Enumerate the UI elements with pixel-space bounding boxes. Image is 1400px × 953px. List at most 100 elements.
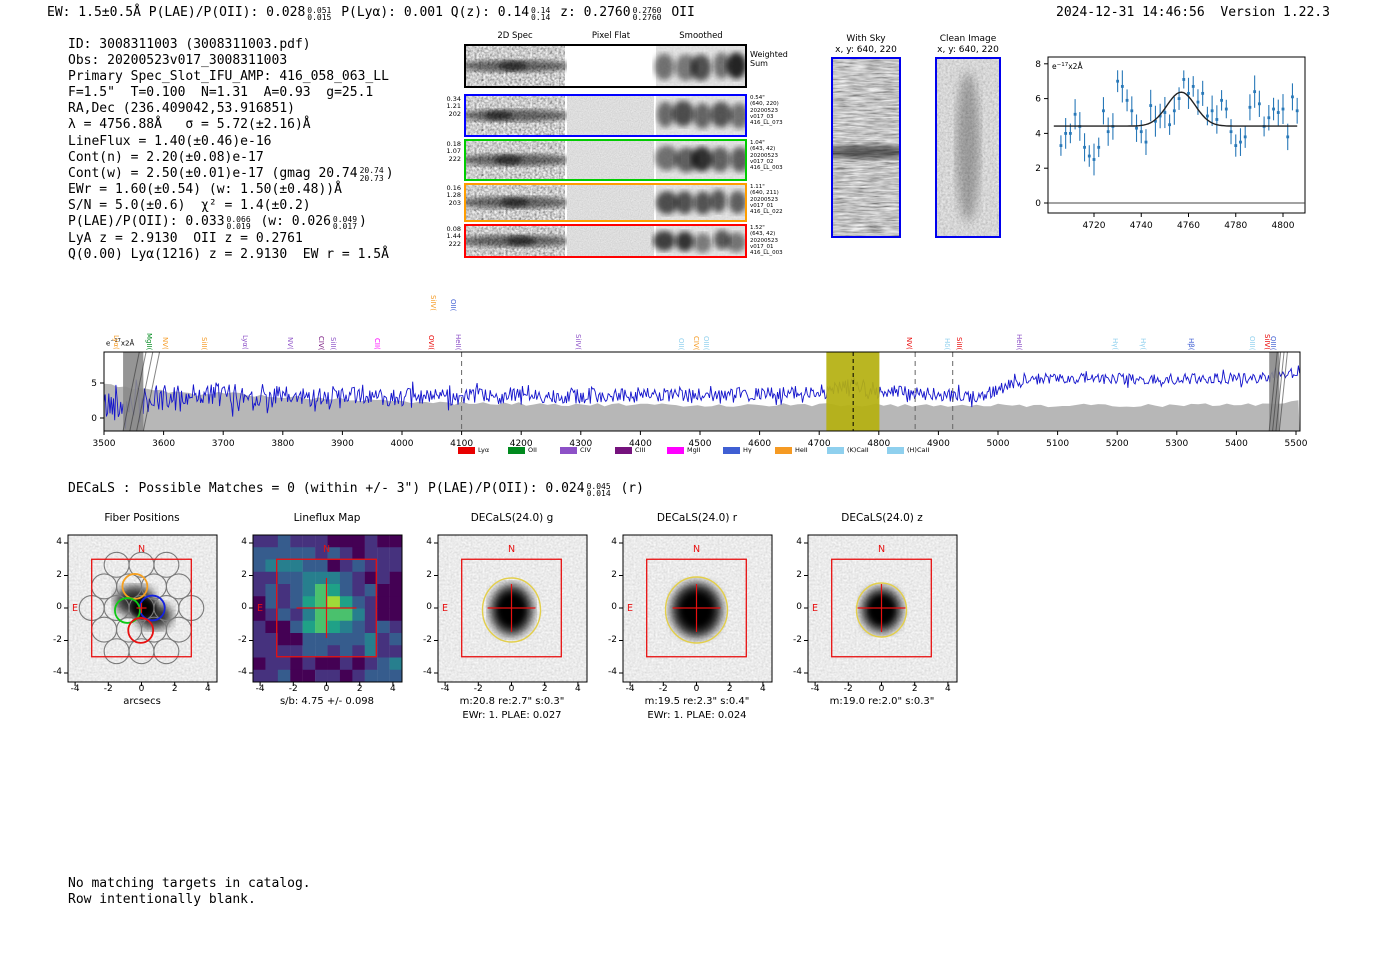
report-timestamp: 2024-12-31 14:46:56 <box>1056 5 1205 20</box>
emission-line-label: OII( <box>676 338 685 351</box>
legend-label: MgII <box>687 446 701 454</box>
cutout-ytick: -4 <box>238 667 247 677</box>
spectrum-xtick: 5300 <box>1165 439 1188 449</box>
cutout-ytick: 2 <box>611 569 617 580</box>
spec2d-row-left-labels: 0.34 1.21 202 <box>435 95 461 118</box>
lower-uncertainty: 0.017 <box>332 222 358 232</box>
withsky-image <box>820 57 912 238</box>
text-segment: Cont(w) = 2.50(±0.01)e-17 (gmag 20.74 <box>68 165 358 181</box>
lower-uncertainty: 0.2760 <box>632 13 662 22</box>
info-line: Q(0.00) Lyα(1216) z = 2.9130 EW r = 1.5Å <box>68 247 394 263</box>
cutout-caption: m:19.0 re:2.0" s:0.3" <box>829 696 935 707</box>
spectrum-xtick: 4900 <box>927 439 950 449</box>
compass-east: E <box>627 603 633 614</box>
cutout-caption: EWr: 1. PLAE: 0.027 <box>462 710 562 721</box>
cutout-xtick: 0 <box>138 684 145 694</box>
cutout-xtick: 0 <box>508 684 515 694</box>
spectrum-xtick: 5200 <box>1106 439 1129 449</box>
spec2d-row <box>459 44 747 88</box>
spectrum-xtick: 3900 <box>331 439 354 449</box>
cutout-ytick: -4 <box>608 667 617 677</box>
legend-item: (H)CaII <box>887 446 929 454</box>
cutout-title-r: DECaLS(24.0) r <box>656 512 738 524</box>
cutout-xlabel: arcsecs <box>123 696 161 707</box>
fit-xtick: 4780 <box>1224 221 1247 231</box>
text-segment: F=1.5" T=0.100 N=1.31 A=0.93 g=25.1 <box>68 85 374 101</box>
legend-label: CIII <box>635 446 646 454</box>
spectrum-xtick: 3700 <box>212 439 235 449</box>
cutout-ytick: -2 <box>423 634 432 645</box>
cutout-xtick: 2 <box>356 684 363 694</box>
cutout-xtick: 4 <box>945 684 951 694</box>
legend-item: CIII <box>615 446 645 454</box>
legend-swatch <box>723 446 740 454</box>
cutout-xtick: -2 <box>288 684 298 694</box>
compass-east: E <box>72 603 78 614</box>
text-segment: ) <box>359 214 367 230</box>
fiber-id-label: Weighted <box>750 50 788 59</box>
legend-swatch <box>667 446 684 454</box>
info-line: Obs: 20200523v017_3008311003 <box>68 53 394 69</box>
emission-line-label: Lyα( <box>111 335 120 350</box>
spectrum-ylabel: e−17x2Å <box>106 338 135 348</box>
info-line: EWr = 1.60(±0.54) (w: 1.50(±0.48))Å <box>68 182 394 198</box>
fit-ytick: 2 <box>1035 164 1041 174</box>
text-segment: LyA z = 2.9130 OII z = 0.2761 <box>68 230 303 246</box>
fiber-weight-value: 203 <box>448 198 461 207</box>
info-line: P(LAE)/P(OII): 0.033 0.066 0.019 (w: 0.026… <box>68 214 394 231</box>
emission-line-label: NV( <box>160 337 169 350</box>
text-segment: z: 0.2760 <box>552 5 631 20</box>
cutout-xtick: 4 <box>760 684 766 694</box>
spectrum-ytick: 0 <box>91 414 97 424</box>
cutout-ytick: 2 <box>241 569 247 580</box>
text-segment: P(Lyα): 0.001 Q(z): 0.14 <box>333 5 530 20</box>
elixer-report-page: EW: 1.5±0.5Å P(LAE)/P(OII): 0.028 0.051 0.… <box>0 0 1400 953</box>
stacked-uncertainty: 0.2760 0.2760 <box>632 6 662 22</box>
fiber-id-label: Sum <box>750 59 768 68</box>
cutout-caption: EWr: 1. PLAE: 0.024 <box>647 710 747 721</box>
spec2d-header-pixelflat: Pixel Flat <box>591 31 631 41</box>
cutout-ytick: -2 <box>608 634 617 645</box>
compass-east: E <box>442 603 448 614</box>
legend-item: (K)CaII <box>827 446 869 454</box>
cutout-ytick: 0 <box>611 602 617 612</box>
emission-line-label: OIII( <box>1269 336 1278 351</box>
emission-line-label: Hγ( <box>1110 338 1119 351</box>
text-segment: RA,Dec (236.409042,53.916851) <box>68 101 295 117</box>
cutout-title-fiber: Fiber Positions <box>104 512 180 524</box>
text-segment: S/N = 5.0(±0.6) χ² = 1.4(±0.2) <box>68 198 311 214</box>
legend-label: (K)CaII <box>847 446 869 454</box>
spec2d-row-left-labels: 0.16 1.28 203 <box>435 184 461 207</box>
lower-uncertainty: 20.73 <box>359 173 384 183</box>
spec2d-row-right-labels: 0.54" (640, 220) 20200523 v017_03 416_LL_073 <box>750 95 796 126</box>
cutout-xtick: 4 <box>205 684 211 694</box>
legend-swatch <box>827 446 844 454</box>
cutout-ytick: 0 <box>426 602 432 612</box>
cutout-ytick: 4 <box>796 537 802 547</box>
info-line: LyA z = 2.9130 OII z = 0.2761 <box>68 231 394 247</box>
detection-info-block: ID: 3008311003 (3008311003.pdf) Obs: 2020… <box>68 37 394 263</box>
cutout-ytick: 4 <box>56 537 62 547</box>
compass-north: N <box>323 544 330 555</box>
legend-item: HeII <box>775 446 808 454</box>
legend-item: CIV <box>560 446 591 454</box>
cutout-xtick: 4 <box>575 684 581 694</box>
stacked-uncertainty: 0.066 0.019 <box>227 216 251 231</box>
cutout-xtick: -2 <box>103 684 113 694</box>
spec2d-row <box>459 224 747 258</box>
info-line: ID: 3008311003 (3008311003.pdf) <box>68 37 394 53</box>
info-line: F=1.5" T=0.100 N=1.31 A=0.93 g=25.1 <box>68 85 394 101</box>
spec2d-row <box>459 94 749 137</box>
compass-north: N <box>693 544 700 555</box>
lower-uncertainty: 0.015 <box>307 13 332 22</box>
fiber-weight-value: 222 <box>448 239 461 248</box>
fit-xtick: 4720 <box>1083 221 1106 231</box>
cutout-title-g: DECaLS(24.0) g <box>470 512 554 524</box>
emission-line-label: MgII( <box>145 333 154 351</box>
emission-line-label: SiII( <box>328 337 337 351</box>
emission-line-label: Lyα( <box>240 335 249 350</box>
cutout-ytick: 2 <box>56 569 62 580</box>
compass-east: E <box>812 603 818 614</box>
legend-swatch <box>508 446 525 454</box>
spec2d-row-right-labels: 1.52" (643, 42) 20200523 v017_01 416_LL_003 <box>750 225 796 256</box>
